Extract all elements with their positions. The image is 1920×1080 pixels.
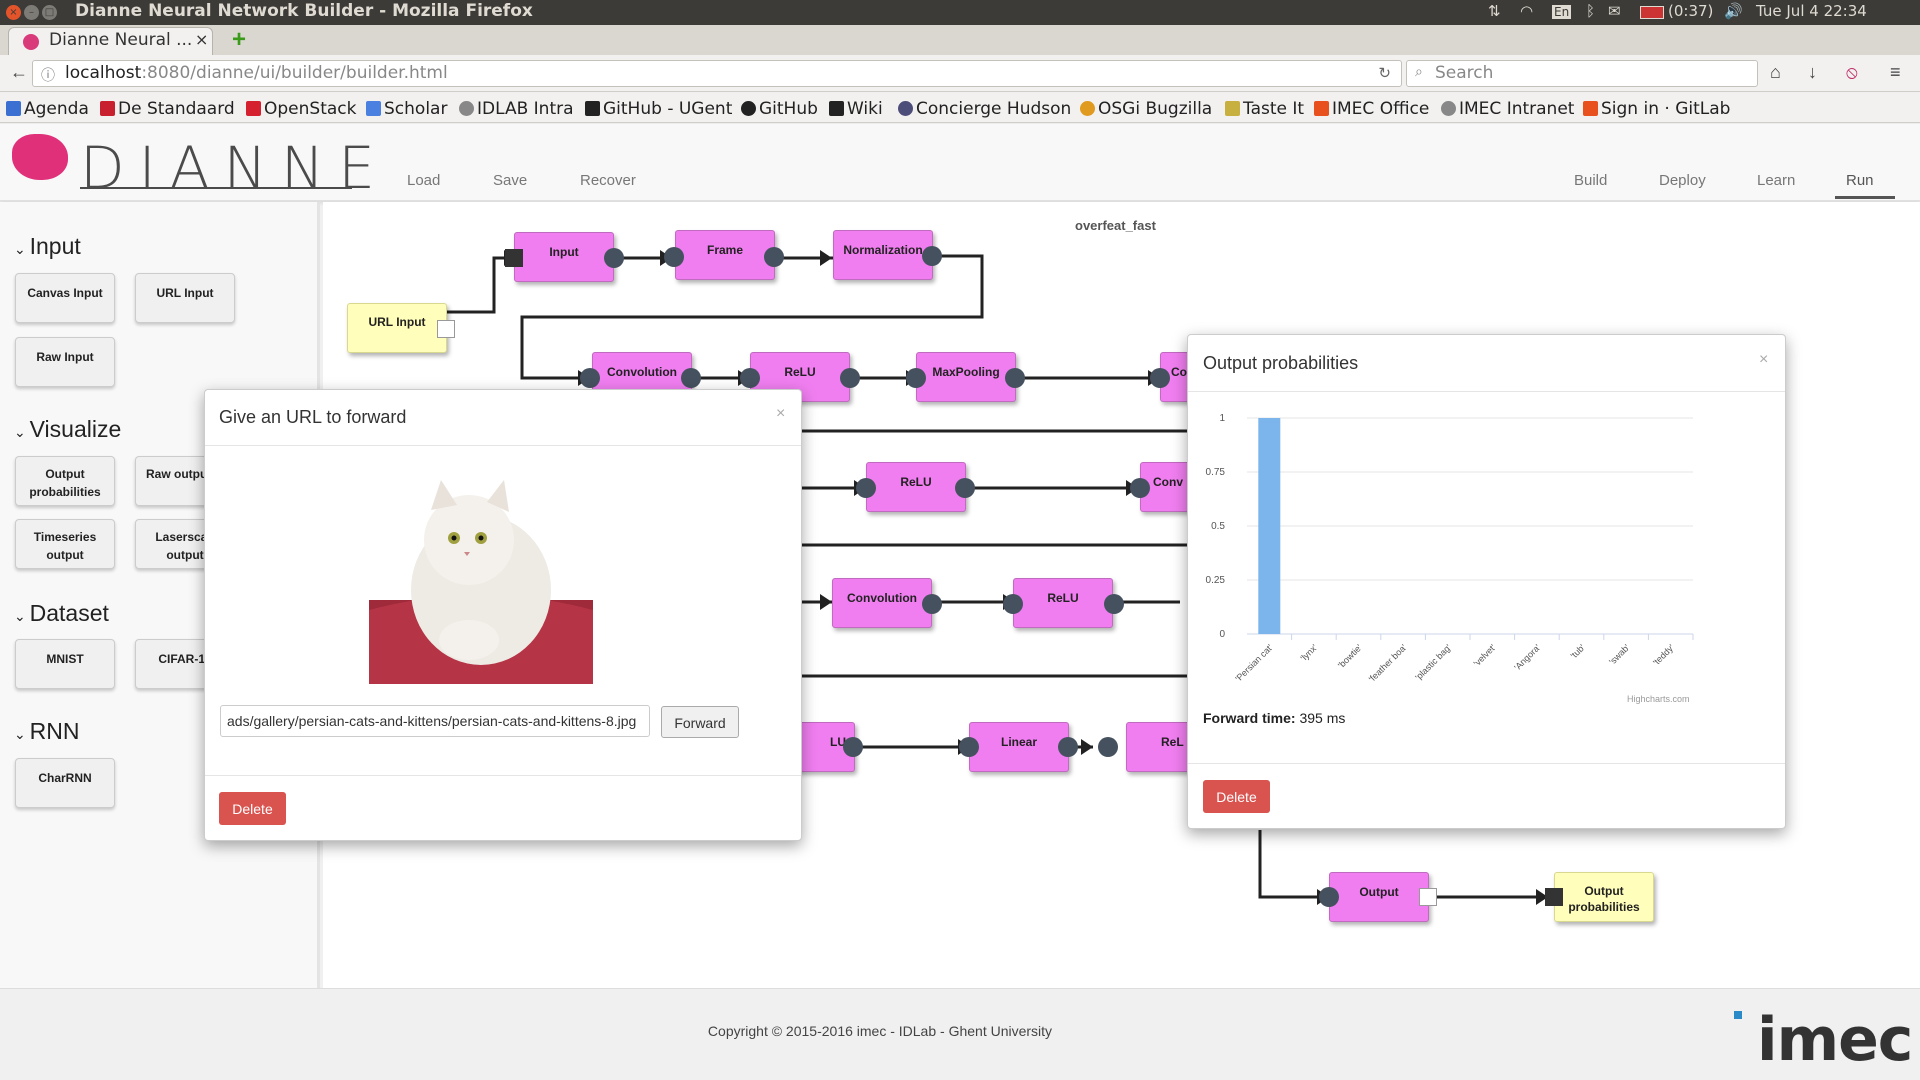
x-tick-label: 'Angora'	[1512, 642, 1542, 672]
relu-node-5[interactable]: ReL	[1126, 722, 1190, 772]
conv4-output-port[interactable]	[922, 594, 942, 614]
url-field[interactable]: ads/gallery/persian-cats-and-kittens/per…	[220, 705, 650, 737]
linear-output-port[interactable]	[1058, 737, 1078, 757]
bar	[1258, 418, 1281, 634]
normalization-output-port[interactable]	[922, 246, 942, 266]
url-dialog-close-icon[interactable]: ×	[776, 405, 785, 423]
prob-dialog-divider	[1188, 391, 1785, 392]
convolution-node-4[interactable]: Convolution	[832, 578, 932, 628]
forward-button[interactable]: Forward	[661, 706, 739, 738]
x-tick-label: 'velvet'	[1472, 642, 1498, 668]
prob-dialog-close-icon[interactable]: ×	[1759, 351, 1768, 369]
imec-logo-dot	[1734, 1011, 1742, 1019]
frame-node[interactable]: Frame	[675, 230, 775, 280]
forward-time: Forward time: 395 ms	[1203, 710, 1345, 726]
output-node[interactable]: Output	[1329, 872, 1429, 922]
maxpooling-node[interactable]: MaxPooling	[916, 352, 1016, 402]
relu1-input-port[interactable]	[740, 368, 760, 388]
x-tick-label: 'feather boa'	[1367, 642, 1409, 684]
conv1-output-port[interactable]	[681, 368, 701, 388]
relu4-output-port[interactable]	[843, 737, 863, 757]
output-output-port[interactable]	[1419, 888, 1437, 906]
input-input-port[interactable]	[505, 249, 523, 267]
output-probabilities-input-port[interactable]	[1545, 888, 1563, 906]
relu3-output-port[interactable]	[1104, 594, 1124, 614]
conv2-input-port[interactable]	[1150, 368, 1170, 388]
cat-image	[369, 470, 593, 684]
frame-output-port[interactable]	[764, 247, 784, 267]
linear-input-port[interactable]	[959, 737, 979, 757]
forward-time-value: 395 ms	[1299, 710, 1346, 726]
x-tick-label: 'Persian cat'	[1233, 642, 1275, 684]
linear-node[interactable]: Linear	[969, 722, 1069, 772]
relu1-output-port[interactable]	[840, 368, 860, 388]
url-dialog-divider	[205, 445, 801, 446]
url-dialog-footer-divider	[205, 775, 801, 776]
y-tick-label: 0.75	[1206, 467, 1226, 478]
x-tick-label: 'swab'	[1607, 642, 1632, 667]
relu5-input-port[interactable]	[1098, 737, 1118, 757]
copyright-text: Copyright © 2015-2016 imec - IDLab - Ghe…	[707, 1023, 1053, 1039]
output-probabilities-node[interactable]: Output probabilities	[1554, 872, 1654, 922]
x-tick-label: 'plastic bag'	[1413, 642, 1453, 682]
y-tick-label: 0.25	[1206, 575, 1226, 586]
imec-logo: imec	[1757, 1005, 1913, 1075]
prob-dialog-title: Output probabilities	[1203, 353, 1359, 373]
input-node[interactable]: Input	[514, 232, 614, 282]
x-tick-label: 'bowtie'	[1336, 642, 1364, 670]
relu-node-2[interactable]: ReLU	[866, 462, 966, 512]
prob-dialog-footer-divider	[1188, 763, 1785, 764]
relu2-output-port[interactable]	[955, 478, 975, 498]
url-dialog-title: Give an URL to forward	[219, 407, 407, 427]
url-dialog-delete-button[interactable]: Delete	[219, 792, 286, 825]
highcharts-credit[interactable]: Highcharts.com	[1627, 694, 1690, 704]
frame-input-port[interactable]	[664, 247, 684, 267]
url-input-node[interactable]: URL Input	[347, 303, 447, 353]
y-tick-label: 1	[1219, 413, 1225, 424]
relu2-input-port[interactable]	[856, 478, 876, 498]
y-tick-label: 0.5	[1211, 521, 1225, 532]
x-tick-label: 'tub'	[1569, 642, 1588, 661]
x-tick-label: 'lynx'	[1298, 642, 1319, 663]
conv1-input-port[interactable]	[580, 368, 600, 388]
normalization-node[interactable]: Normalization	[833, 230, 933, 280]
conv3-input-port[interactable]	[1130, 478, 1150, 498]
x-tick-label: 'teddy'	[1651, 642, 1676, 667]
url-input-output-port[interactable]	[437, 320, 455, 338]
relu3-input-port[interactable]	[1003, 594, 1023, 614]
forward-time-label: Forward time:	[1203, 710, 1296, 726]
maxpool-output-port[interactable]	[1005, 368, 1025, 388]
y-tick-label: 0	[1219, 629, 1225, 640]
output-input-port[interactable]	[1319, 887, 1339, 907]
probability-chart: 0 0.25 0.5 0.75 1 'Persian cat' 'lynx' 'bowtie'…	[1206, 413, 1694, 684]
maxpool-input-port[interactable]	[906, 368, 926, 388]
input-output-port[interactable]	[604, 248, 624, 268]
relu-node-3[interactable]: ReLU	[1013, 578, 1113, 628]
prob-dialog-delete-button[interactable]: Delete	[1203, 780, 1270, 813]
